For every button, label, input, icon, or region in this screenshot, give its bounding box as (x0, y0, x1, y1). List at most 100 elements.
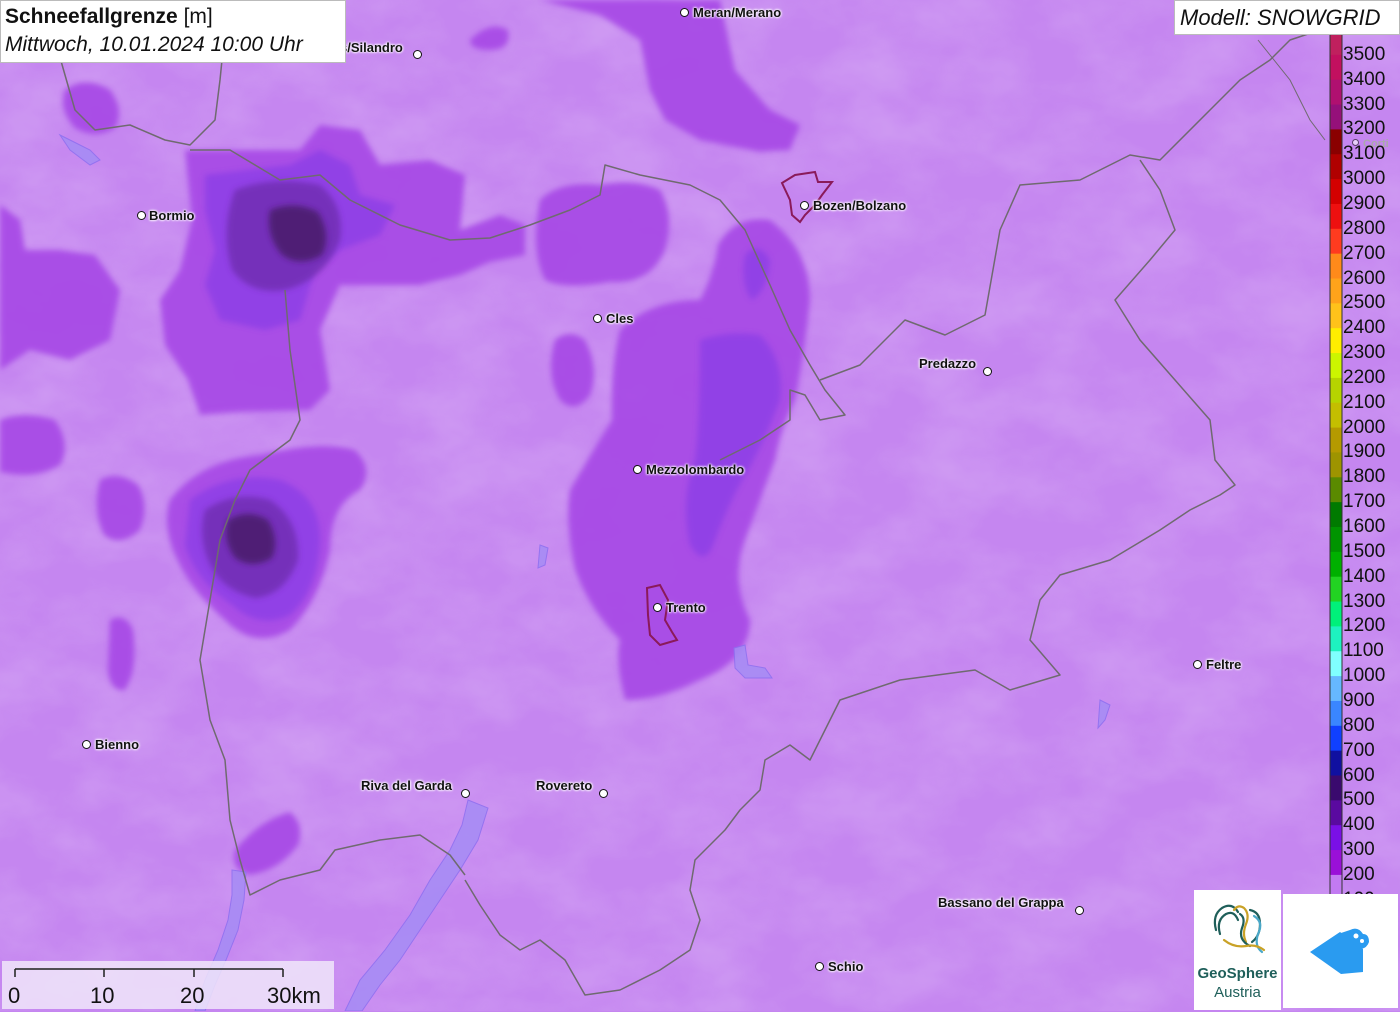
geosphere-text-1: GeoSphere (1197, 965, 1278, 982)
scale-label-30km: 30km (267, 983, 321, 1008)
city-dot-silandro[interactable] (413, 50, 422, 59)
city-dot-cles[interactable] (593, 314, 602, 323)
legend-label-3100: 3100 (1343, 143, 1386, 165)
legend-label-800: 800 (1343, 714, 1375, 736)
legend-swatch-3000 (1330, 154, 1342, 180)
legend-swatch-500 (1330, 775, 1342, 801)
legend-label-2500: 2500 (1343, 292, 1386, 314)
legend-label-3000: 3000 (1343, 168, 1386, 190)
scale-label-0: 0 (8, 983, 21, 1008)
legend-swatch-3200 (1330, 104, 1342, 130)
legend-swatch-1000 (1330, 651, 1342, 677)
geosphere-text-2: Austria (1214, 984, 1261, 1001)
weather-app-logo[interactable] (1283, 894, 1398, 1008)
legend-label-600: 600 (1343, 764, 1375, 786)
legend-swatch-1200 (1330, 601, 1342, 627)
city-dot-bormio[interactable] (137, 211, 146, 220)
legend-label-1800: 1800 (1343, 466, 1386, 488)
city-dot-bozen[interactable] (800, 201, 809, 210)
legend-label-1100: 1100 (1343, 640, 1384, 662)
legend-label-3200: 3200 (1343, 118, 1386, 140)
legend-label-1000: 1000 (1343, 665, 1386, 687)
map-canvas[interactable] (0, 0, 1400, 1011)
legend-label-2900: 2900 (1343, 192, 1386, 214)
city-dot-rovereto[interactable] (599, 789, 608, 798)
legend-swatch-2700 (1330, 228, 1342, 255)
legend-swatch-200 (1330, 850, 1342, 876)
legend-label-3400: 3400 (1343, 68, 1386, 90)
legend-swatch-1400 (1330, 551, 1342, 578)
legend-label-1200: 1200 (1343, 615, 1386, 637)
city-dot-meran[interactable] (680, 8, 689, 17)
city-label-rovereto[interactable]: Rovereto (536, 779, 592, 793)
legend-label-3300: 3300 (1343, 93, 1386, 115)
legend-label-2300: 2300 (1343, 342, 1386, 364)
legend-label-3500: 3500 (1343, 43, 1386, 65)
city-dot-trento[interactable] (653, 603, 662, 612)
city-label-schio[interactable]: Schio (828, 960, 863, 974)
legend-swatch-2200 (1330, 353, 1342, 379)
legend-swatch-1700 (1330, 477, 1342, 503)
city-label-trento[interactable]: Trento (666, 601, 706, 615)
legend-swatch-2500 (1330, 278, 1342, 304)
legend-swatch-2600 (1330, 253, 1342, 279)
legend-label-900: 900 (1343, 689, 1375, 711)
legend-label-2400: 2400 (1343, 317, 1386, 339)
legend-label-300: 300 (1343, 839, 1375, 861)
map-datetime: Mittwoch, 10.01.2024 10:00 Uhr (5, 33, 303, 56)
legend-swatch-400 (1330, 800, 1342, 826)
city-label-predazzo[interactable]: Predazzo (919, 357, 976, 371)
legend-swatch-300 (1330, 825, 1342, 851)
city-label-bassano[interactable]: Bassano del Grappa (938, 896, 1064, 910)
geosphere-logo[interactable]: GeoSphere Austria (1194, 890, 1281, 1010)
city-label-bormio[interactable]: Bormio (149, 209, 195, 223)
model-label: Modell: SNOWGRID (1174, 0, 1400, 35)
legend-label-700: 700 (1343, 739, 1375, 761)
legend-label-2600: 2600 (1343, 267, 1386, 289)
legend-swatch-2100 (1330, 377, 1342, 404)
city-label-feltre[interactable]: Feltre (1206, 658, 1241, 672)
legend-swatch-2800 (1330, 203, 1342, 230)
legend-color-bar (1329, 29, 1343, 901)
legend-label-2800: 2800 (1343, 217, 1386, 239)
city-label-riva[interactable]: Riva del Garda (361, 779, 452, 793)
legend-label-1600: 1600 (1343, 516, 1386, 537)
legend-swatch-900 (1330, 676, 1342, 702)
legend-swatch-1500 (1330, 527, 1342, 553)
city-label-mezzolombardo[interactable]: Mezzolombardo (646, 463, 744, 477)
legend-swatch-2000 (1330, 402, 1342, 429)
legend-swatch-1300 (1330, 576, 1342, 603)
legend-swatch-2300 (1330, 328, 1342, 354)
city-label-meran[interactable]: Meran/Merano (693, 6, 781, 20)
legend-swatch-1900 (1330, 427, 1342, 453)
city-label-silandro[interactable]: s/Silandro (340, 41, 403, 55)
scale-label-20: 20 (180, 983, 205, 1008)
legend-swatch-700 (1330, 725, 1342, 752)
legend-swatch-1100 (1330, 626, 1342, 652)
city-dot-bienno[interactable] (82, 740, 91, 749)
city-label-bienno[interactable]: Bienno (95, 738, 139, 752)
map-title-line: Schneefallgrenze [m] (5, 3, 341, 31)
legend-swatch-3400 (1330, 54, 1342, 81)
city-dot-riva[interactable] (461, 789, 470, 798)
legend-label-1900: 1900 (1343, 441, 1386, 463)
legend-swatch-2400 (1330, 303, 1342, 329)
legend-label-2200: 2200 (1343, 366, 1386, 388)
legend-label-1400: 1400 (1343, 565, 1386, 587)
legend-swatch-800 (1330, 700, 1342, 727)
city-label-cles[interactable]: Cles (606, 312, 633, 326)
city-label-bozen[interactable]: Bozen/Bolzano (813, 199, 906, 213)
legend-swatch-3300 (1330, 79, 1342, 106)
legend-label-2000: 2000 (1343, 416, 1386, 438)
legend-swatch-2900 (1330, 179, 1342, 205)
legend-swatch-3100 (1330, 129, 1342, 155)
city-dot-schio[interactable] (815, 962, 824, 971)
legend-label-400: 400 (1343, 814, 1375, 836)
city-dot-predazzo[interactable] (983, 367, 992, 376)
title-box: Schneefallgrenze [m] Mittwoch, 10.01.202… (0, 0, 346, 63)
city-dot-mezzolombardo[interactable] (633, 465, 642, 474)
city-dot-bassano[interactable] (1075, 906, 1084, 915)
map-title: Schneefallgrenze (5, 5, 178, 28)
city-dot-feltre[interactable] (1193, 660, 1202, 669)
legend-swatch-1600 (1330, 502, 1342, 528)
